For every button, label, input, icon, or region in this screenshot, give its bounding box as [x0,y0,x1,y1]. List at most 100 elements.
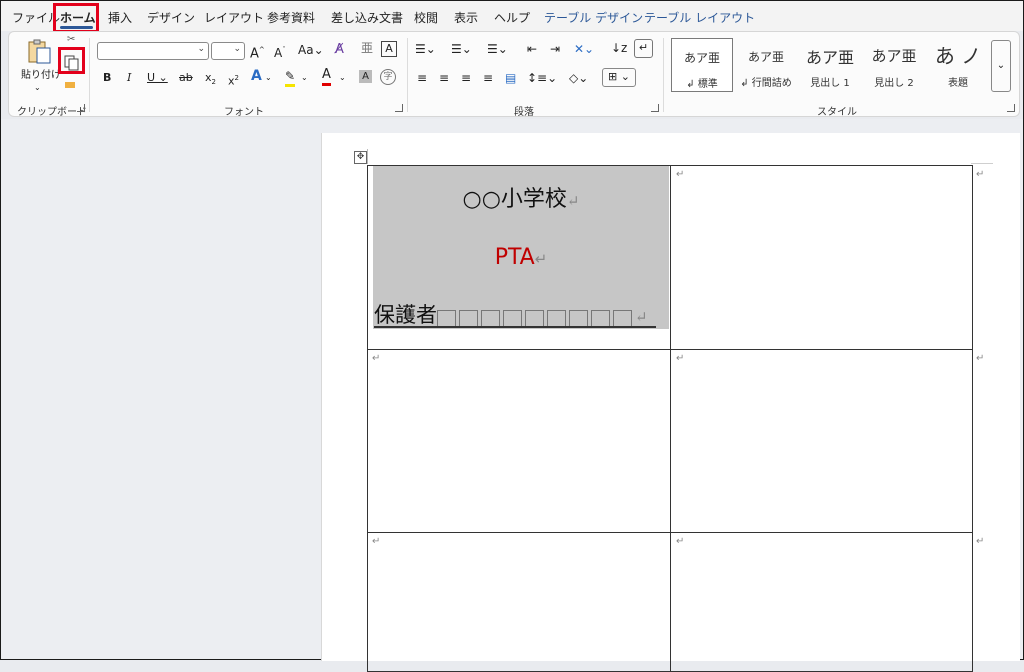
paste-dropdown-icon[interactable]: ⌄ [34,80,41,96]
tab-table-design[interactable]: テーブル デザイン [544,9,643,26]
style-name: 見出し 2 [874,78,914,89]
tab-review[interactable]: 校閲 [414,9,438,26]
table-cell[interactable] [367,349,671,533]
highlight-home-tab [53,3,99,33]
margin-marker [971,163,993,164]
style-title[interactable]: あ ノ 表題 [927,38,989,92]
paragraph-group-label: 段落 [514,107,534,118]
paste-icon[interactable] [25,38,53,66]
underline-button[interactable]: U ⌄ [147,70,168,86]
font-launcher-icon[interactable] [395,104,403,112]
tab-mailings[interactable]: 差し込み文書 [331,9,403,26]
tab-help[interactable]: ヘルプ [494,9,530,26]
style-name: ↲ 行間詰め [740,78,792,89]
cell-end-mark: ↵ [676,169,685,180]
phonetic-guide-icon[interactable]: 亜 [361,40,373,56]
row-end-mark: ↵ [976,536,985,547]
strikethrough-button[interactable]: ab [179,70,193,86]
clear-formatting-icon[interactable]: A̸ [335,42,344,58]
distributed-icon[interactable]: ▤ [505,70,516,86]
table-cell[interactable] [367,532,671,672]
cell-end-mark: ↵ [676,536,685,547]
tab-insert[interactable]: 挿入 [108,9,132,26]
table-move-handle-icon[interactable]: ✥ [354,151,367,164]
shrink-font-icon[interactable]: Aˇ [274,42,286,61]
align-center-icon[interactable]: ≡ [439,70,449,86]
decrease-indent-icon[interactable]: ⇤ [527,41,537,57]
ribbon: 貼り付け ⌄ ✂ クリップボード ⌄ ⌄ A^ Aˇ Aa⌄ A̸ 亜 A B … [8,31,1020,118]
ribbon-tab-bar: ファイル ホーム 挿入 デザイン レイアウト 参考資料 差し込み文書 校閲 表示… [1,1,1023,31]
tab-table-layout[interactable]: テーブル レイアウト [644,9,755,26]
style-no-spacing[interactable]: あア亜 ↲ 行間詰め [735,38,797,92]
table-cell[interactable] [670,349,973,533]
style-name: 表題 [948,78,968,89]
increase-indent-icon[interactable]: ⇥ [550,41,560,57]
styles-launcher-icon[interactable] [1007,104,1015,112]
character-shading-icon[interactable]: A [359,70,372,83]
style-heading-1[interactable]: あア亜 見出し 1 [799,38,861,92]
row-end-mark: ↵ [976,169,985,180]
style-name: ↲ 標準 [686,79,718,90]
bold-button[interactable]: B [103,70,111,86]
numbering-icon[interactable]: ☰⌄ [451,41,472,57]
font-color-dropdown-icon[interactable]: ⌄ [339,70,346,86]
subscript-button[interactable]: x2 [205,70,216,90]
table-cell[interactable] [670,532,973,672]
text-effects-icon[interactable]: A [251,68,262,84]
multilevel-list-icon[interactable]: ☰⌄ [487,41,508,57]
separator [663,38,664,112]
cut-icon[interactable]: ✂ [67,32,75,48]
align-right-icon[interactable]: ≡ [461,70,471,86]
pta-text[interactable]: PTA↵ [373,245,669,270]
tab-view[interactable]: 表示 [454,9,478,26]
tab-layout[interactable]: レイアウト [204,9,264,26]
styles-group-label: スタイル [817,107,857,118]
style-sample: あア亜 [871,47,917,65]
bullets-icon[interactable]: ☰⌄ [415,41,436,57]
highlight-color-icon[interactable]: ✎ [285,68,296,87]
enclose-characters-icon[interactable]: A [381,41,397,57]
highlight-copy-button [58,47,85,74]
clipboard-launcher-icon[interactable] [77,104,85,112]
align-left-icon[interactable]: ≡ [417,70,427,86]
asian-layout-icon[interactable]: ✕⌄ [574,41,594,57]
tab-design[interactable]: デザイン [147,9,195,26]
style-sample: あア亜 [683,51,720,65]
style-normal[interactable]: あア亜 ↲ 標準 [671,38,733,92]
guardian-line[interactable]: 保護者 ↵ [374,299,648,329]
font-name-combo[interactable]: ⌄ [97,42,209,60]
paste-button[interactable]: 貼り付け [21,68,61,84]
school-name-text[interactable]: ○○小学校↵ [373,181,669,213]
justify-icon[interactable]: ≡ [483,70,493,86]
format-painter-icon[interactable] [64,80,78,92]
enclosed-character-icon[interactable]: 字 [380,69,396,85]
text-effects-dropdown-icon[interactable]: ⌄ [265,70,272,86]
grow-font-icon[interactable]: A^ [250,42,265,62]
cell-end-mark: ↵ [372,353,381,364]
separator [407,38,408,112]
show-formatting-marks-icon[interactable]: ↵ [634,39,653,58]
separator [89,38,90,112]
cell-end-mark: ↵ [676,353,685,364]
superscript-button[interactable]: x2 [228,70,239,90]
sort-icon[interactable]: ↓z [611,40,627,56]
font-group-label: フォント [224,107,264,118]
borders-icon[interactable]: ⊞ ⌄ [602,68,636,87]
font-color-icon[interactable]: A [322,67,331,86]
style-heading-2[interactable]: あア亜 見出し 2 [863,38,925,92]
highlight-dropdown-icon[interactable]: ⌄ [301,70,308,86]
margin-marker [367,149,368,164]
table-cell[interactable] [670,165,973,350]
tab-references[interactable]: 参考資料 [267,9,315,26]
style-sample: あア亜 [805,48,854,67]
cell-end-mark: ↵ [372,536,381,547]
font-size-combo[interactable]: ⌄ [211,42,245,60]
italic-button[interactable]: I [127,70,131,86]
paragraph-launcher-icon[interactable] [651,104,659,112]
style-sample: あ ノ [934,44,982,68]
change-case-icon[interactable]: Aa⌄ [298,42,324,58]
shading-icon[interactable]: ◇⌄ [569,70,588,86]
line-spacing-icon[interactable]: ↕≡⌄ [527,70,557,86]
styles-more-button[interactable]: ⌄ [991,40,1011,92]
style-sample: あア亜 [747,50,784,64]
